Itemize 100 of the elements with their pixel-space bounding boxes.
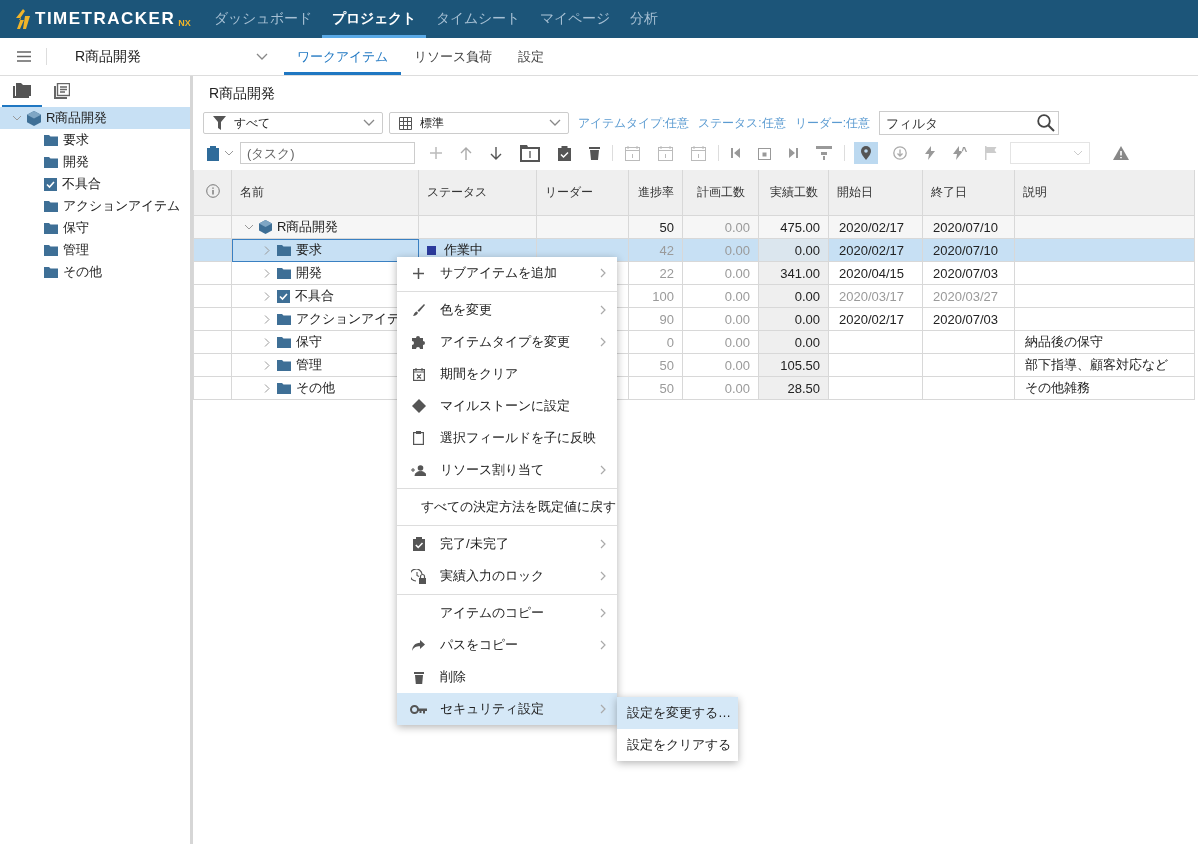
task-field[interactable]: (タスク)	[240, 142, 415, 164]
table-cell: 2020/02/17	[828, 307, 923, 331]
column-header[interactable]: ステータス	[418, 170, 537, 216]
project-dropdown[interactable]: R商品開発	[61, 38, 284, 75]
menu-item[interactable]: すべての決定方法を既定値に戻す	[397, 491, 617, 523]
chevron-icon[interactable]	[262, 268, 272, 278]
tree-item[interactable]: アクションアイテム	[0, 195, 190, 217]
chevron-icon[interactable]	[12, 114, 22, 122]
hierarchy-icon[interactable]	[816, 146, 832, 160]
cube-icon	[27, 110, 41, 126]
clipboard-check-icon[interactable]	[558, 145, 571, 161]
chevron-down-icon[interactable]	[549, 119, 561, 127]
search-field[interactable]: フィルタ	[879, 111, 1060, 135]
menu-item[interactable]: 実績入力のロック	[397, 560, 617, 592]
menu-icon[interactable]	[17, 51, 31, 62]
download-icon[interactable]	[893, 146, 907, 160]
chevron-icon[interactable]	[244, 222, 254, 232]
chevron-down-icon[interactable]	[363, 119, 375, 127]
table-cell: 2020/03/27	[922, 284, 1015, 308]
table-cell: 部下指導、顧客対応など	[1014, 353, 1195, 377]
table-cell: 2020/04/15	[828, 261, 923, 285]
tree-item[interactable]: その他	[0, 261, 190, 283]
cube-icon	[259, 220, 272, 234]
info-icon[interactable]	[205, 184, 220, 198]
add-person-icon	[411, 464, 426, 476]
folder-icon	[44, 200, 58, 212]
tree-item[interactable]: 不具合	[0, 173, 190, 195]
skip-end-icon[interactable]	[789, 148, 798, 158]
clipboard-check-icon	[412, 537, 425, 551]
column-header[interactable]: 開始日	[828, 170, 923, 216]
menu-item[interactable]: 完了/未完了	[397, 528, 617, 560]
chevron-down-icon	[1073, 149, 1083, 157]
table-cell[interactable]: R商品開発	[231, 215, 419, 239]
column-header[interactable]: 名前	[231, 170, 419, 216]
chevron-icon[interactable]	[262, 291, 272, 301]
view-dropdown[interactable]: 標準	[389, 112, 569, 134]
arrow-up-icon[interactable]	[460, 146, 472, 160]
flag-icon[interactable]	[985, 146, 997, 160]
clipboard-icon[interactable]	[207, 145, 219, 161]
nav-tab[interactable]: マイページ	[530, 0, 620, 38]
menu-item[interactable]: セキュリティ設定	[397, 693, 617, 725]
menu-item[interactable]: 選択フィールドを子に反映	[397, 422, 617, 454]
bolt-icon[interactable]	[953, 146, 967, 160]
column-header[interactable]: 実績工数	[758, 170, 829, 216]
chevron-icon[interactable]	[262, 337, 272, 347]
chevron-icon[interactable]	[262, 245, 272, 255]
column-header[interactable]: 進捗率	[628, 170, 683, 216]
table-cell: 2020/07/03	[922, 307, 1015, 331]
folder-icon	[44, 156, 58, 168]
view-tab[interactable]: 設定	[505, 38, 557, 75]
menu-item[interactable]: パスをコピー	[397, 629, 617, 661]
bolt-icon[interactable]	[925, 146, 935, 160]
column-header[interactable]: 計画工数	[682, 170, 759, 216]
table-cell: 100	[628, 284, 683, 308]
view-tab[interactable]: リソース負荷	[401, 38, 505, 75]
nav-tab[interactable]: プロジェクト	[322, 0, 426, 38]
nav-tab[interactable]: 分析	[620, 0, 668, 38]
menu-item[interactable]: リソース割り当て	[397, 454, 617, 486]
table-cell: 0.00	[682, 330, 759, 354]
skip-start-icon[interactable]	[731, 148, 740, 158]
chevron-down-icon[interactable]	[256, 52, 268, 61]
pin-button[interactable]	[854, 142, 878, 164]
nav-tab[interactable]: タイムシート	[426, 0, 530, 38]
table-cell: 2020/03/17	[828, 284, 923, 308]
folder-icon	[44, 266, 58, 278]
view-tab[interactable]: ワークアイテム	[284, 38, 401, 75]
chevron-icon[interactable]	[262, 383, 272, 393]
clipboard-icon	[413, 431, 424, 445]
column-header[interactable]: 説明	[1014, 170, 1195, 216]
search-icon[interactable]	[1037, 114, 1056, 132]
chevron-icon[interactable]	[262, 314, 272, 324]
filter-dropdown[interactable]: すべて	[203, 112, 383, 134]
table-cell: 50	[628, 353, 683, 377]
logo-text: TIMETRACKER	[35, 9, 176, 29]
clock-lock-icon	[411, 568, 426, 584]
column-header[interactable]: リーダー	[536, 170, 629, 216]
menu-item[interactable]: 設定を変更する…	[617, 697, 738, 729]
menu-item[interactable]: 削除	[397, 661, 617, 693]
brush-icon	[412, 304, 425, 316]
trash-icon[interactable]	[589, 146, 600, 160]
menu-item[interactable]: アイテムのコピー	[397, 597, 617, 629]
list-icon[interactable]	[54, 82, 70, 99]
plus-icon[interactable]	[430, 147, 442, 159]
chevron-icon[interactable]	[262, 360, 272, 370]
table-cell: その他雑務	[1014, 376, 1195, 400]
plus-icon	[413, 267, 424, 279]
menu-item[interactable]: 設定をクリアする	[617, 729, 738, 761]
nav-tab[interactable]: ダッシュボード	[204, 0, 322, 38]
tree-item[interactable]: 要求	[0, 129, 190, 151]
caret-icon[interactable]	[224, 149, 234, 157]
folders-icon[interactable]	[13, 83, 31, 98]
tree-item[interactable]: R商品開発	[0, 107, 190, 129]
folder-icon	[277, 382, 291, 394]
arrow-down-icon[interactable]	[490, 146, 502, 160]
table-cell: 納品後の保守	[1014, 330, 1195, 354]
column-header[interactable]: 終了日	[922, 170, 1015, 216]
tree-item[interactable]: 管理	[0, 239, 190, 261]
tree-item[interactable]: 保守	[0, 217, 190, 239]
warning-icon[interactable]	[1113, 146, 1129, 160]
tree-item[interactable]: 開発	[0, 151, 190, 173]
